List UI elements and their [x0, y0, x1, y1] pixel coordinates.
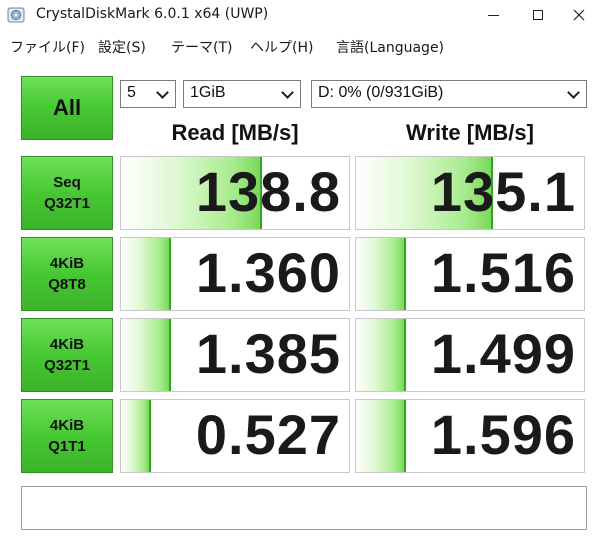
write-progress-bar [356, 319, 407, 391]
test-size-select[interactable]: 1GiB [183, 80, 301, 108]
read-value: 1.385 [195, 322, 341, 385]
write-result-4kib-q32t1: 1.499 [355, 318, 585, 392]
write-column-header: Write [MB/s] [406, 120, 534, 145]
4kib-q32t1-button[interactable]: 4KiB Q32T1 [21, 318, 113, 392]
read-result-4kib-q32t1: 1.385 [120, 318, 350, 392]
app-disk-icon [6, 5, 26, 25]
menu-bar: ファイル(F) 設定(S) テーマ(T) ヘルプ(H) 言語(Language) [0, 34, 600, 58]
crystaldiskmark-window: CrystalDiskMark 6.0.1 x64 (UWP) ファイル(F) … [0, 0, 600, 547]
4kib-q1t1-button[interactable]: 4KiB Q1T1 [21, 399, 113, 473]
write-value: 1.596 [430, 403, 576, 466]
read-progress-bar [121, 400, 151, 472]
benchmark-panel: All 5 1GiB D: 0% (0/931GiB) Read [MB/s] … [0, 60, 600, 547]
menu-settings[interactable]: 設定(S) [98, 37, 146, 57]
read-progress-bar [121, 238, 172, 310]
test-count-value: 5 [127, 84, 136, 101]
title-bar: CrystalDiskMark 6.0.1 x64 (UWP) [0, 0, 600, 30]
minimize-icon [487, 14, 499, 16]
maximize-icon [533, 10, 543, 20]
read-value: 138.8 [195, 160, 341, 223]
close-button[interactable] [556, 0, 600, 30]
drive-value: D: 0% (0/931GiB) [318, 84, 444, 101]
maximize-button[interactable] [515, 0, 561, 30]
write-value: 1.499 [430, 322, 576, 385]
seq-q32t1-button[interactable]: Seq Q32T1 [21, 156, 113, 230]
write-result-4kib-q1t1: 1.596 [355, 399, 585, 473]
minimize-button[interactable] [470, 0, 516, 30]
read-column-header: Read [MB/s] [171, 120, 299, 145]
window-title: CrystalDiskMark 6.0.1 x64 (UWP) [36, 6, 269, 22]
close-icon [573, 9, 585, 21]
test-size-value: 1GiB [190, 84, 226, 101]
read-progress-bar [121, 319, 172, 391]
test-label-line1: Seq [53, 174, 81, 191]
test-label-line1: 4KiB [49, 336, 85, 353]
menu-theme[interactable]: テーマ(T) [171, 37, 232, 57]
test-label-line1: 4KiB [49, 417, 85, 434]
write-progress-bar [356, 400, 407, 472]
chevron-down-icon [281, 86, 294, 99]
comment-field[interactable] [21, 486, 587, 530]
read-value: 1.360 [195, 241, 341, 304]
read-value: 0.527 [195, 403, 341, 466]
test-label-line2: Q32T1 [44, 195, 90, 212]
write-value: 1.516 [430, 241, 576, 304]
test-count-select[interactable]: 5 [120, 80, 176, 108]
read-result-4kib-q1t1: 0.527 [120, 399, 350, 473]
menu-help[interactable]: ヘルプ(H) [250, 37, 313, 57]
write-result-4kib-q8t8: 1.516 [355, 237, 585, 311]
chevron-down-icon [567, 86, 580, 99]
menu-file[interactable]: ファイル(F) [10, 37, 85, 57]
menu-language[interactable]: 言語(Language) [336, 37, 444, 57]
read-result-seq-q32t1: 138.8 [120, 156, 350, 230]
drive-select[interactable]: D: 0% (0/931GiB) [311, 80, 587, 108]
read-result-4kib-q8t8: 1.360 [120, 237, 350, 311]
test-label-line1: 4KiB [49, 255, 85, 272]
test-label-line2: Q32T1 [44, 357, 90, 374]
4kib-q8t8-button[interactable]: 4KiB Q8T8 [21, 237, 113, 311]
write-result-seq-q32t1: 135.1 [355, 156, 585, 230]
chevron-down-icon [156, 86, 169, 99]
write-progress-bar [356, 238, 407, 310]
write-value: 135.1 [430, 160, 576, 223]
run-all-button[interactable]: All [21, 76, 113, 140]
test-label-line2: Q8T8 [48, 276, 86, 293]
test-label-line2: Q1T1 [48, 438, 86, 455]
